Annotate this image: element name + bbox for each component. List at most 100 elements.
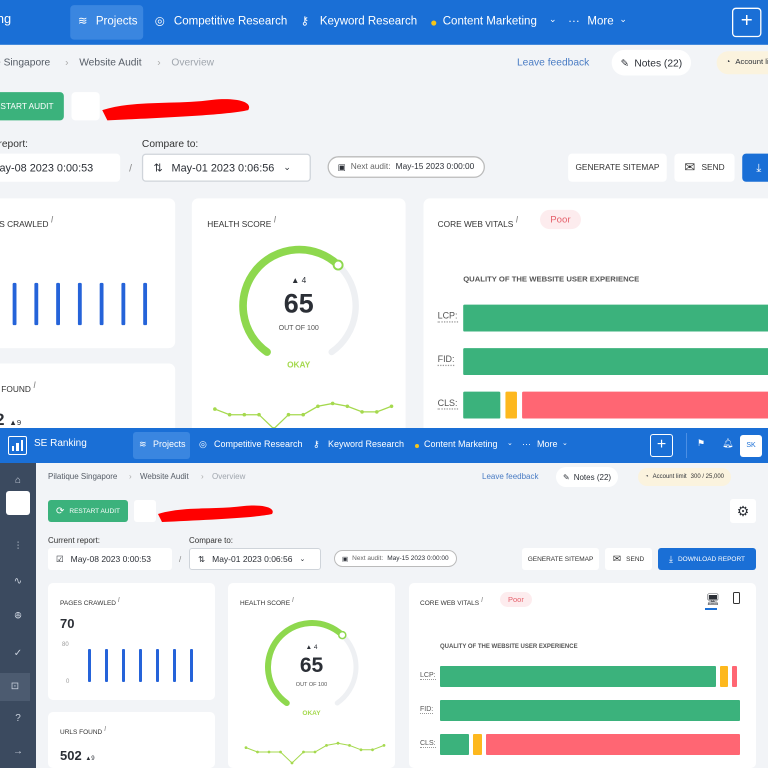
full-view: SE Ranking ≋ Projects ◎ Competitive Rese… [0,428,768,768]
health-delta: ▲ 4 [305,644,318,651]
calendar-icon: ☑ [56,553,64,564]
desktop-icon[interactable]: 🖥︎ [706,593,720,606]
nav-content-marketing[interactable]: Content Marketing [443,14,537,27]
sort-arrows-icon: ⇅ [198,553,206,564]
cwv-bar-good [463,391,501,419]
health-history-point [389,404,394,409]
health-score-value: 65 [283,289,314,319]
pages-crawled-bar [122,648,125,682]
chart-icon[interactable]: ⫶ [8,541,28,552]
cwv-row-label: LCP: [420,672,436,680]
send-button[interactable]: ✉ Send [674,153,735,182]
notes-button[interactable]: ✎ Notes (22) [556,467,619,487]
sort-arrows-icon: ⇅ [153,160,163,174]
chevron-down-icon: ⌄ [619,15,627,25]
urls-found-delta: 9 [16,419,22,428]
bell-icon[interactable]: 🔔︎ [722,438,733,449]
restart-audit-button[interactable]: ⟳Restart audit [48,500,128,522]
separator: / [179,555,182,564]
breadcrumb-project[interactable]: Pilatique Singapore [48,472,117,481]
health-history-point [336,741,340,745]
pulse-icon[interactable]: ∿ [8,576,28,587]
target-icon: ◎ [154,14,165,27]
ellipsis-icon: ··· [522,439,531,449]
download-report-button[interactable]: ⤓Download report [658,548,756,570]
pages-crawled-bar [139,648,142,682]
compare-select[interactable]: ⇅ May-01 2023 0:06:56 ⌄ [189,548,321,570]
nav-keyword-research[interactable]: Keyword Research [328,439,404,449]
core-web-vitals-card: Core Web Vitals i Poor 🖥︎ Quality of the… [409,583,756,768]
leave-feedback-link[interactable]: Leave feedback [482,472,539,481]
envelope-icon: ✉ [612,553,622,565]
health-history-point [382,744,386,747]
redaction-scribble [158,505,273,522]
nav-keyword-research[interactable]: Keyword Research [320,14,417,27]
send-button[interactable]: ✉ Send [605,548,652,570]
project-thumbnail[interactable] [6,491,30,515]
add-button[interactable]: + [650,434,673,457]
checklist-icon[interactable]: ✓ [8,648,28,659]
mobile-icon[interactable] [733,592,740,604]
nav-projects-label: Projects [95,14,138,27]
home-icon[interactable]: ⌂ [8,475,28,486]
nav-more[interactable]: More [537,439,558,449]
generate-sitemap-button[interactable]: Generate sitemap [568,153,667,182]
site-favicon [71,92,100,121]
download-icon: ⤓ [668,553,673,564]
cwv-row-label: FID: [420,706,434,714]
axis-min-label: 0 [66,679,70,685]
breadcrumb-separator: › [129,472,132,481]
leave-feedback-link[interactable]: Leave feedback [517,56,589,68]
notes-button[interactable]: ✎ Notes (22) [611,49,692,76]
pages-crawled-title: Pages crawled i [60,597,120,608]
download-report-button[interactable]: ⤓Download report [742,153,768,182]
health-history-point [242,412,247,417]
people-icon[interactable]: ꔮ [8,611,28,622]
cwv-bar-ni [506,391,517,419]
pages-crawled-bar [77,282,82,326]
divider [686,433,687,458]
pages-crawled-bar [34,282,39,326]
nav-more[interactable]: More [587,14,613,27]
breadcrumb-project[interactable]: Pilatique Singapore [0,56,50,68]
health-history-point [371,748,374,752]
cwv-status-badge: Poor [500,592,532,607]
compare-select[interactable]: ⇅ May-01 2023 0:06:56 ⌄ [141,153,311,182]
pages-crawled-value: 70 [60,616,75,631]
current-report-select[interactable]: ☑May-08 2023 0:00:53 [48,548,172,570]
pages-crawled-bar [105,648,108,682]
breadcrumb-website-audit[interactable]: Website Audit [79,56,141,68]
compare-value: May-01 2023 0:06:56 [212,554,293,564]
cwv-row-label: CLS: [420,740,436,748]
add-button[interactable]: + [732,7,762,38]
compare-label: Compare to: [189,536,234,545]
breadcrumb-website-audit[interactable]: Website Audit [140,472,189,481]
cwv-bar-good [463,304,768,332]
avatar[interactable]: SK [740,435,762,457]
health-history-point [227,412,232,417]
flag-icon[interactable]: ⚑ [697,438,705,449]
current-report-value: May-08 2023 0:00:53 [0,161,94,175]
edit-icon: ✎ [620,56,630,69]
nav-competitive-research[interactable]: Competitive Research [174,14,287,27]
pages-crawled-card: Pages crawled i 70 80 0 [0,198,176,349]
arrow-right-icon[interactable]: → [8,746,28,757]
ellipsis-icon: ··· [568,14,580,27]
target-icon: ◎ [199,439,207,449]
settings-gear-icon[interactable]: ⚙ [730,499,756,523]
restart-audit-button[interactable]: ⟳Restart audit [0,92,64,121]
current-report-select[interactable]: ☑May-08 2023 0:00:53 [0,153,121,182]
help-icon[interactable]: ? [8,713,28,724]
layers-icon: ≋ [139,439,147,449]
nav-competitive-research[interactable]: Competitive Research [214,439,303,449]
health-history-point [313,750,317,754]
gauge-handle [332,259,344,271]
next-audit-info: ▣ Next audit: May-15 2023 0:00:00 [334,550,457,567]
next-audit-value: May-15 2023 0:00:00 [395,162,475,172]
health-history-point [290,761,294,765]
pages-crawled-bar [56,282,60,326]
generate-sitemap-button[interactable]: Generate sitemap [522,548,599,570]
nav-content-marketing[interactable]: Content Marketing [424,439,498,449]
nav-projects-label: Projects [153,439,186,449]
notes-label: Notes (22) [573,472,612,482]
